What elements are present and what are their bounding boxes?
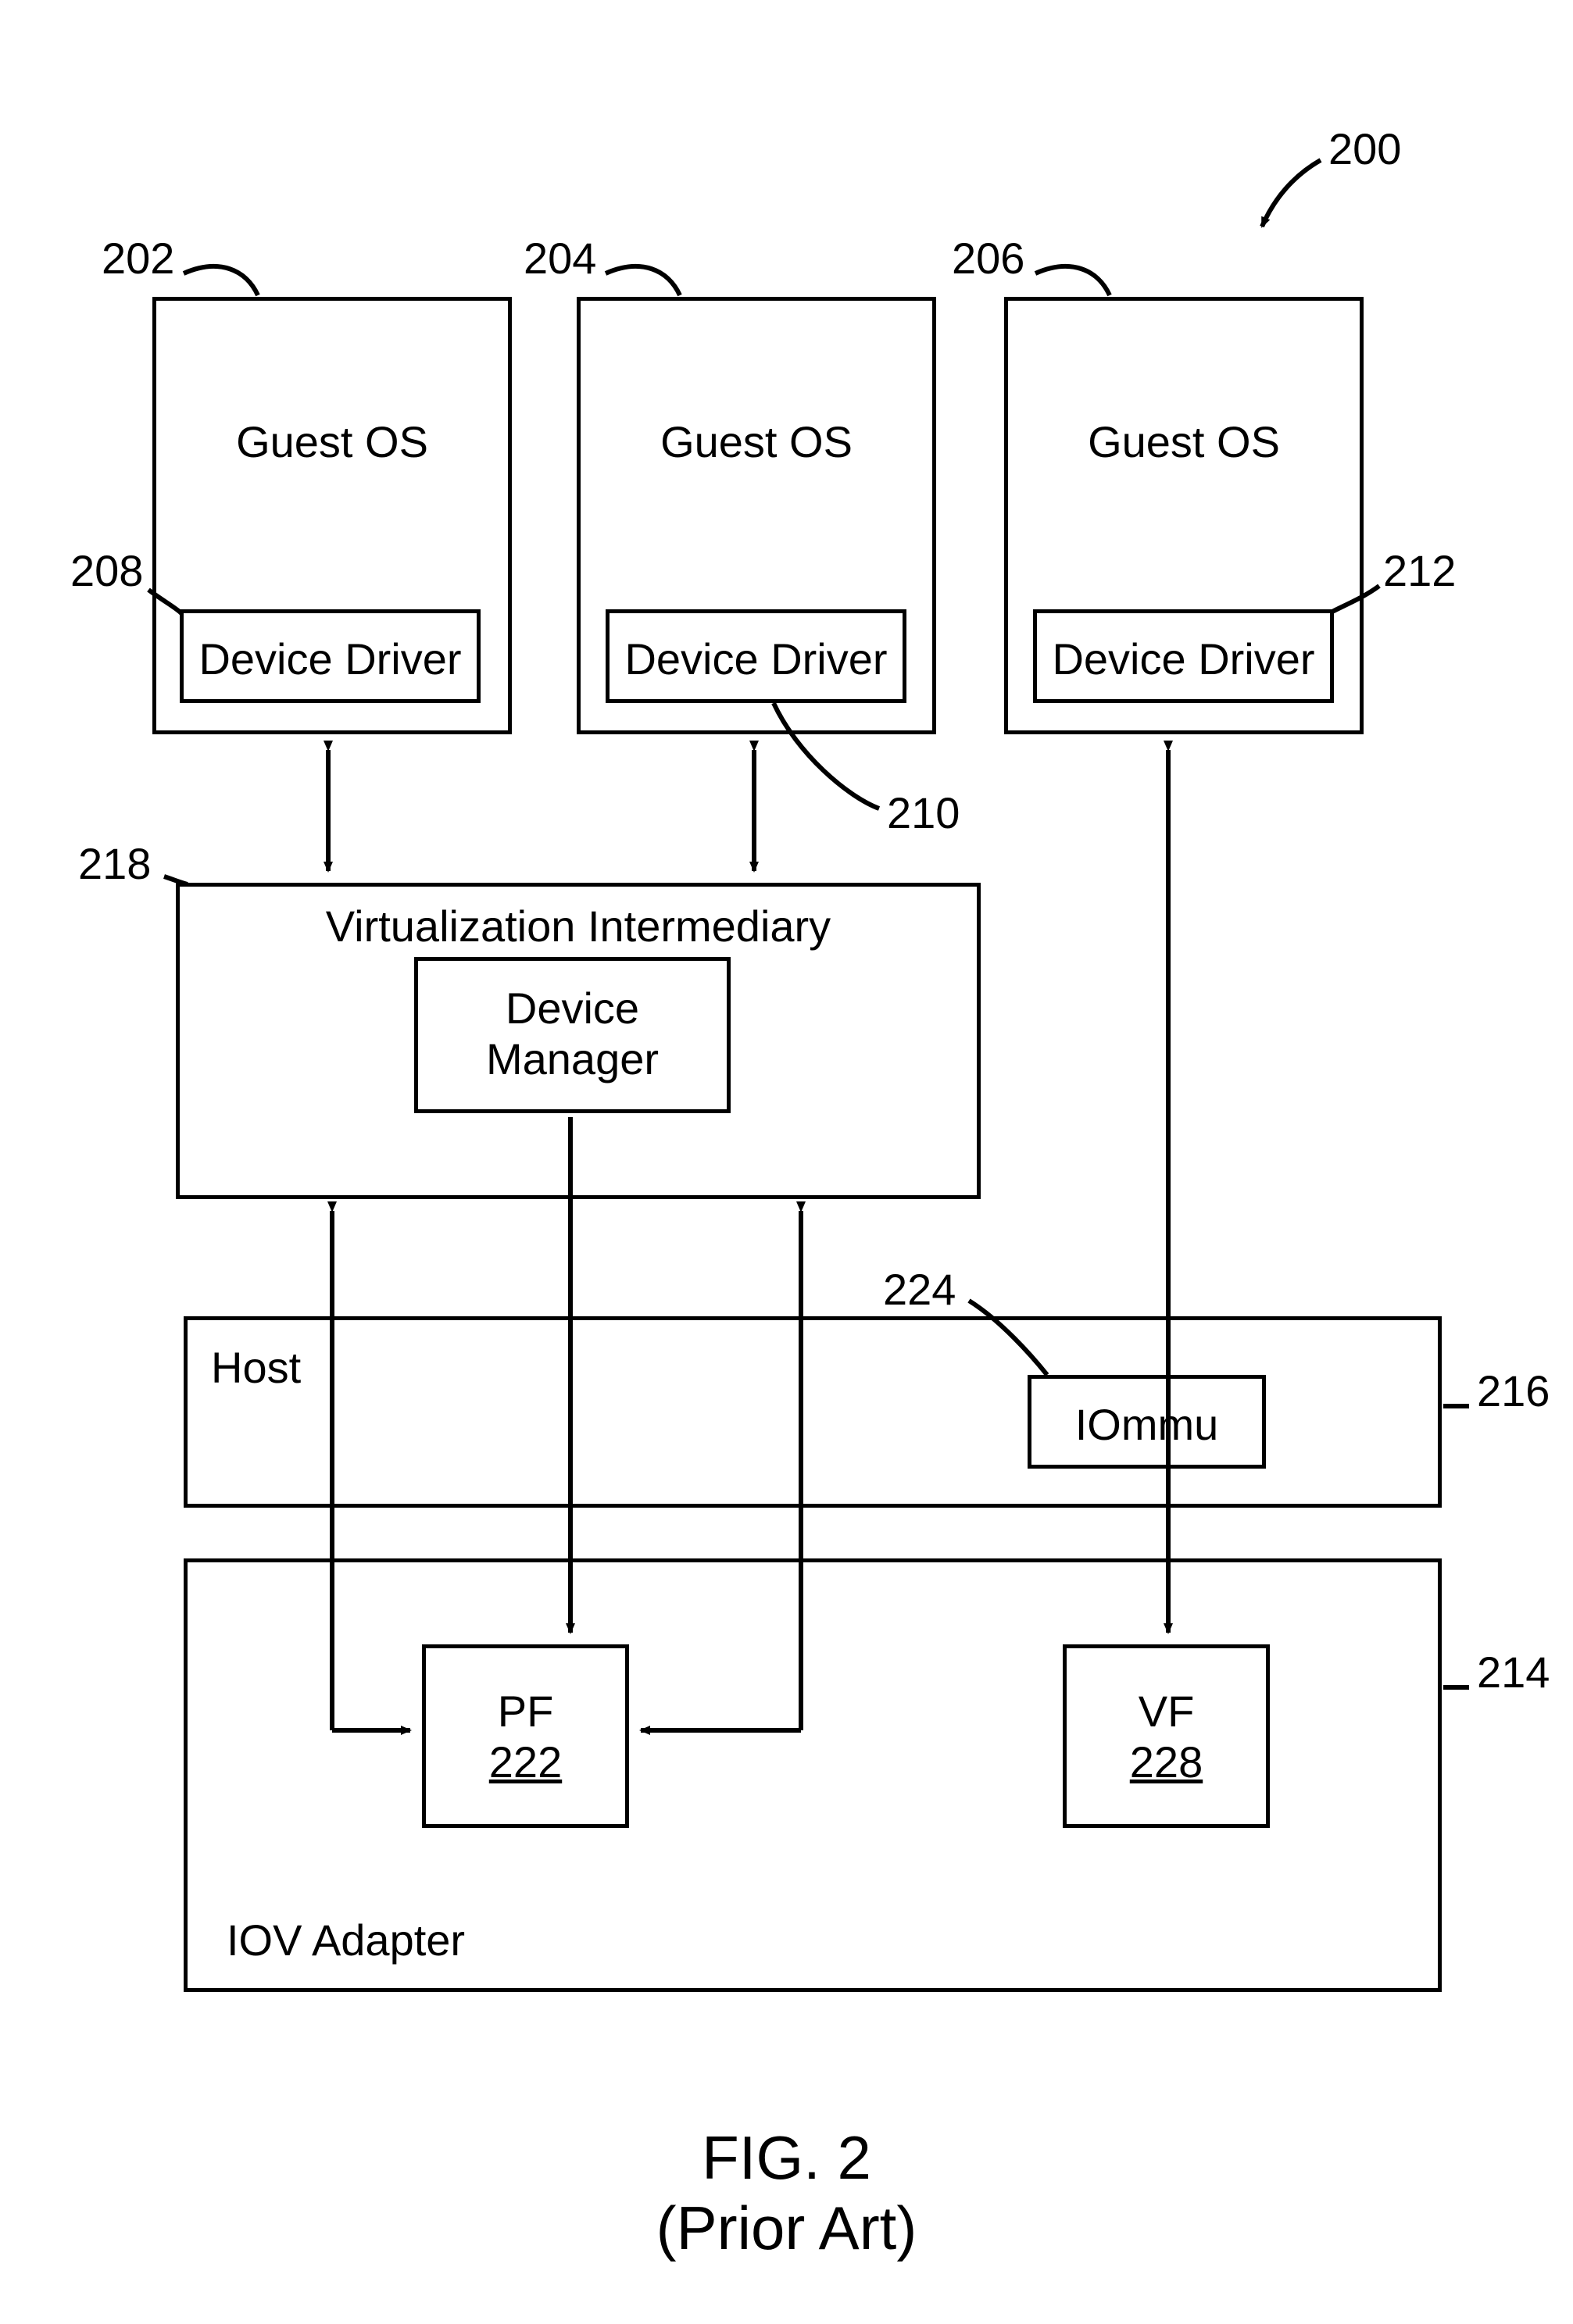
ref-214: 214 [1477,1648,1550,1697]
ref-210: 210 [887,789,960,837]
vf-box: VF 228 [1063,1644,1270,1828]
ref-200: 200 [1328,125,1401,173]
iov-adapter-label: IOV Adapter [227,1916,465,1965]
device-driver-2-box: Device Driver [606,609,906,703]
virtualization-intermediary-title: Virtualization Intermediary [180,902,977,951]
pf-box: PF 222 [422,1644,629,1828]
ref-212: 212 [1383,547,1456,595]
host-label: Host [211,1344,301,1392]
vf-num: 228 [1067,1738,1266,1787]
device-driver-3-box: Device Driver [1033,609,1334,703]
lead-202 [184,266,258,295]
lead-204 [606,266,680,295]
guest-os-1-label: Guest OS [156,418,508,466]
iommu-label: IOmmu [1031,1401,1262,1449]
lead-200 [1262,160,1321,227]
ref-208: 208 [70,547,143,595]
vf-label: VF [1067,1687,1266,1736]
figure-subtitle: (Prior Art) [0,2195,1573,2262]
guest-os-2-label: Guest OS [581,418,932,466]
device-driver-1-box: Device Driver [180,609,481,703]
device-driver-2-label: Device Driver [610,635,903,684]
iommu-box: IOmmu [1028,1375,1266,1469]
lead-206 [1035,266,1110,295]
guest-os-3-label: Guest OS [1008,418,1360,466]
device-driver-1-label: Device Driver [184,635,477,684]
ref-216: 216 [1477,1367,1550,1415]
device-manager-box: Device Manager [414,957,731,1113]
ref-202: 202 [102,234,174,283]
ref-218: 218 [78,840,151,888]
pf-label: PF [426,1687,625,1736]
device-manager-line1: Device [418,984,727,1033]
pf-num: 222 [426,1738,625,1787]
ref-204: 204 [524,234,596,283]
ref-206: 206 [952,234,1024,283]
diagram-canvas: Guest OS Guest OS Guest OS Device Driver… [0,0,1573,2324]
device-driver-3-label: Device Driver [1037,635,1330,684]
device-manager-line2: Manager [418,1035,727,1083]
figure-number: FIG. 2 [0,2125,1573,2192]
ref-224: 224 [883,1266,956,1314]
